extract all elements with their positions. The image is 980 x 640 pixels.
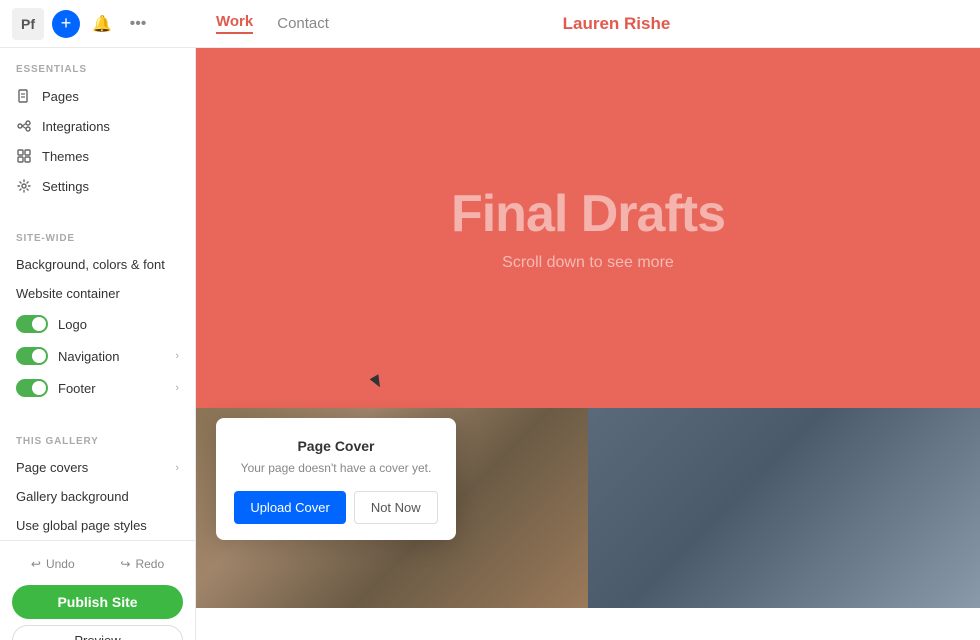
- more-button[interactable]: •••: [124, 10, 152, 38]
- upload-cover-button[interactable]: Upload Cover: [234, 491, 346, 524]
- sidebar-item-settings[interactable]: Settings: [0, 171, 195, 201]
- site-title: Lauren Rishe: [563, 14, 671, 34]
- site-nav: Work Contact Lauren Rishe: [196, 13, 900, 34]
- sidebar-item-themes[interactable]: Themes: [0, 141, 195, 171]
- top-bar-left: Pf + 🔔 •••: [0, 8, 196, 40]
- modal-title: Page Cover: [232, 438, 440, 454]
- page-covers-label: Page covers: [16, 460, 88, 475]
- essentials-label: Essentials: [0, 48, 195, 81]
- sidebar-item-pages[interactable]: Pages: [0, 81, 195, 111]
- pages-label: Pages: [42, 89, 79, 104]
- top-bar: Pf + 🔔 ••• Work Contact Lauren Rishe: [0, 0, 980, 48]
- settings-icon: [16, 178, 32, 194]
- sidebar-item-website-container[interactable]: Website container: [0, 279, 195, 308]
- navigation-toggle[interactable]: [16, 347, 48, 365]
- add-button[interactable]: +: [52, 10, 80, 38]
- sidebar-item-page-covers[interactable]: Page covers ›: [0, 453, 195, 482]
- sitewide-label: Site-Wide: [0, 217, 195, 250]
- toggle-footer[interactable]: Footer ›: [0, 372, 195, 404]
- footer-chevron-icon: ›: [175, 382, 179, 394]
- sidebar: Essentials Pages Int: [0, 48, 196, 640]
- sidebar-bottom: ↩ Undo ↪ Redo Publish Site Preview: [0, 540, 195, 640]
- themes-icon: [16, 148, 32, 164]
- pf-logo[interactable]: Pf: [12, 8, 44, 40]
- undo-button[interactable]: ↩ Undo: [12, 551, 94, 577]
- settings-label: Settings: [42, 179, 89, 194]
- logo-toggle-label: Logo: [58, 317, 179, 332]
- redo-button[interactable]: ↪ Redo: [102, 551, 184, 577]
- not-now-button[interactable]: Not Now: [354, 491, 438, 524]
- sidebar-item-bg-colors[interactable]: Background, colors & font: [0, 250, 195, 279]
- redo-label: Redo: [135, 557, 164, 571]
- undo-redo-row: ↩ Undo ↪ Redo: [12, 551, 183, 577]
- bg-colors-label: Background, colors & font: [16, 257, 165, 272]
- integrations-icon: [16, 118, 32, 134]
- themes-label: Themes: [42, 149, 89, 164]
- navigation-chevron-icon: ›: [175, 350, 179, 362]
- undo-arrow-icon: ↩: [31, 557, 41, 571]
- toggle-navigation[interactable]: Navigation ›: [0, 340, 195, 372]
- navigation-toggle-label: Navigation: [58, 349, 165, 364]
- this-gallery-label: This Gallery: [0, 420, 195, 453]
- redo-arrow-icon: ↪: [120, 557, 130, 571]
- website-container-label: Website container: [16, 286, 120, 301]
- hero-section: Final Drafts Scroll down to see more: [196, 48, 980, 408]
- modal-description: Your page doesn't have a cover yet.: [232, 460, 440, 477]
- gallery-image-2: [588, 408, 980, 608]
- nav-work[interactable]: Work: [216, 13, 253, 34]
- logo-toggle[interactable]: [16, 315, 48, 333]
- toggle-logo[interactable]: Logo: [0, 308, 195, 340]
- global-page-styles-label: Use global page styles: [16, 518, 147, 533]
- footer-toggle-label: Footer: [58, 381, 165, 396]
- hero-subtitle: Scroll down to see more: [502, 254, 674, 272]
- page-covers-chevron-icon: ›: [175, 462, 179, 474]
- main-layout: Essentials Pages Int: [0, 48, 980, 640]
- bell-button[interactable]: 🔔: [88, 10, 116, 38]
- gallery-background-label: Gallery background: [16, 489, 129, 504]
- undo-label: Undo: [46, 557, 75, 571]
- preview-button[interactable]: Preview: [12, 625, 183, 640]
- main-content: Final Drafts Scroll down to see more CAU…: [196, 48, 980, 640]
- sidebar-item-global-page-styles[interactable]: Use global page styles: [0, 511, 195, 540]
- publish-button[interactable]: Publish Site: [12, 585, 183, 619]
- hero-title: Final Drafts: [451, 184, 725, 244]
- preview-area: Final Drafts Scroll down to see more CAU…: [196, 48, 980, 640]
- integrations-label: Integrations: [42, 119, 110, 134]
- nav-contact[interactable]: Contact: [277, 15, 329, 32]
- modal-actions: Upload Cover Not Now: [232, 491, 440, 524]
- sidebar-item-integrations[interactable]: Integrations: [0, 111, 195, 141]
- page-cover-modal: Page Cover Your page doesn't have a cove…: [216, 418, 456, 540]
- footer-toggle[interactable]: [16, 379, 48, 397]
- sidebar-item-gallery-background[interactable]: Gallery background: [0, 482, 195, 511]
- pages-icon: [16, 88, 32, 104]
